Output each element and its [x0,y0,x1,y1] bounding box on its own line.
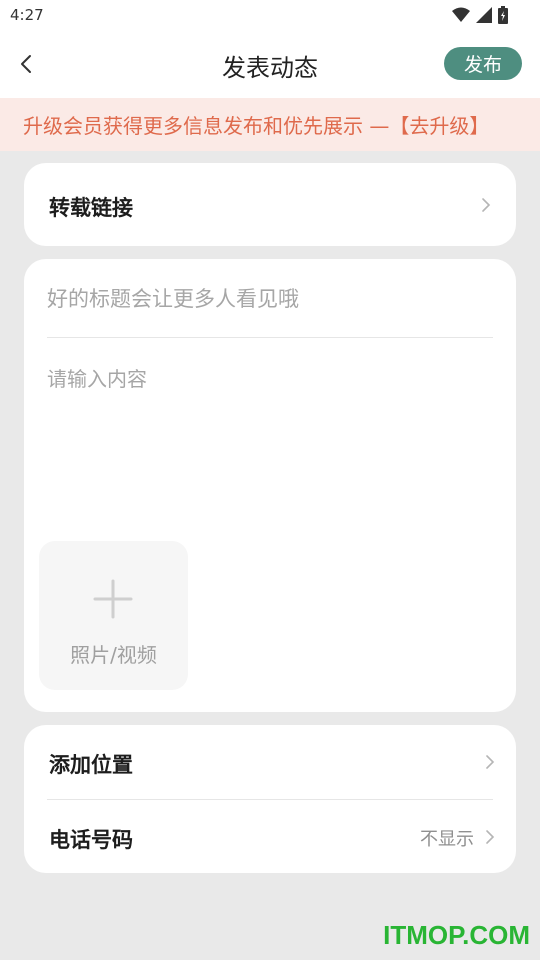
upgrade-banner[interactable]: 升级会员获得更多信息发布和优先展示 —【去升级】 [0,98,540,151]
post-settings-card: 添加位置 电话号码 不显示 [24,725,516,873]
status-time: 4:27 [10,6,44,24]
add-location-row[interactable]: 添加位置 [24,725,516,799]
signal-icon [476,7,492,23]
title-input[interactable]: 好的标题会让更多人看见哦 [47,283,493,313]
phone-number-row[interactable]: 电话号码 不显示 [24,800,516,873]
title-divider [47,337,493,338]
status-icons [452,6,508,24]
watermark: ITMOP.COM [383,920,530,950]
plus-icon [93,579,133,619]
status-bar: 4:27 [0,0,540,30]
chevron-right-icon [486,755,495,769]
phone-number-label: 电话号码 [49,828,133,852]
content-input[interactable]: 请输入内容 [47,363,147,392]
wifi-icon [452,7,470,22]
phone-visibility-value: 不显示 [420,829,474,850]
post-editor-card: 好的标题会让更多人看见哦 请输入内容 照片/视频 [24,259,516,712]
repost-link-label: 转载链接 [49,196,133,220]
add-location-label: 添加位置 [49,753,133,777]
repost-link-row[interactable]: 转载链接 [24,163,516,246]
publish-button[interactable]: 发布 [444,47,522,80]
upgrade-banner-text: 升级会员获得更多信息发布和优先展示 —【去升级】 [23,114,490,138]
app-bar: 发表动态 发布 [0,30,540,98]
battery-icon [498,6,508,24]
chevron-right-icon [486,830,495,844]
add-media-label: 照片/视频 [70,643,157,667]
chevron-right-icon [482,198,491,212]
add-media-button[interactable]: 照片/视频 [39,541,188,690]
